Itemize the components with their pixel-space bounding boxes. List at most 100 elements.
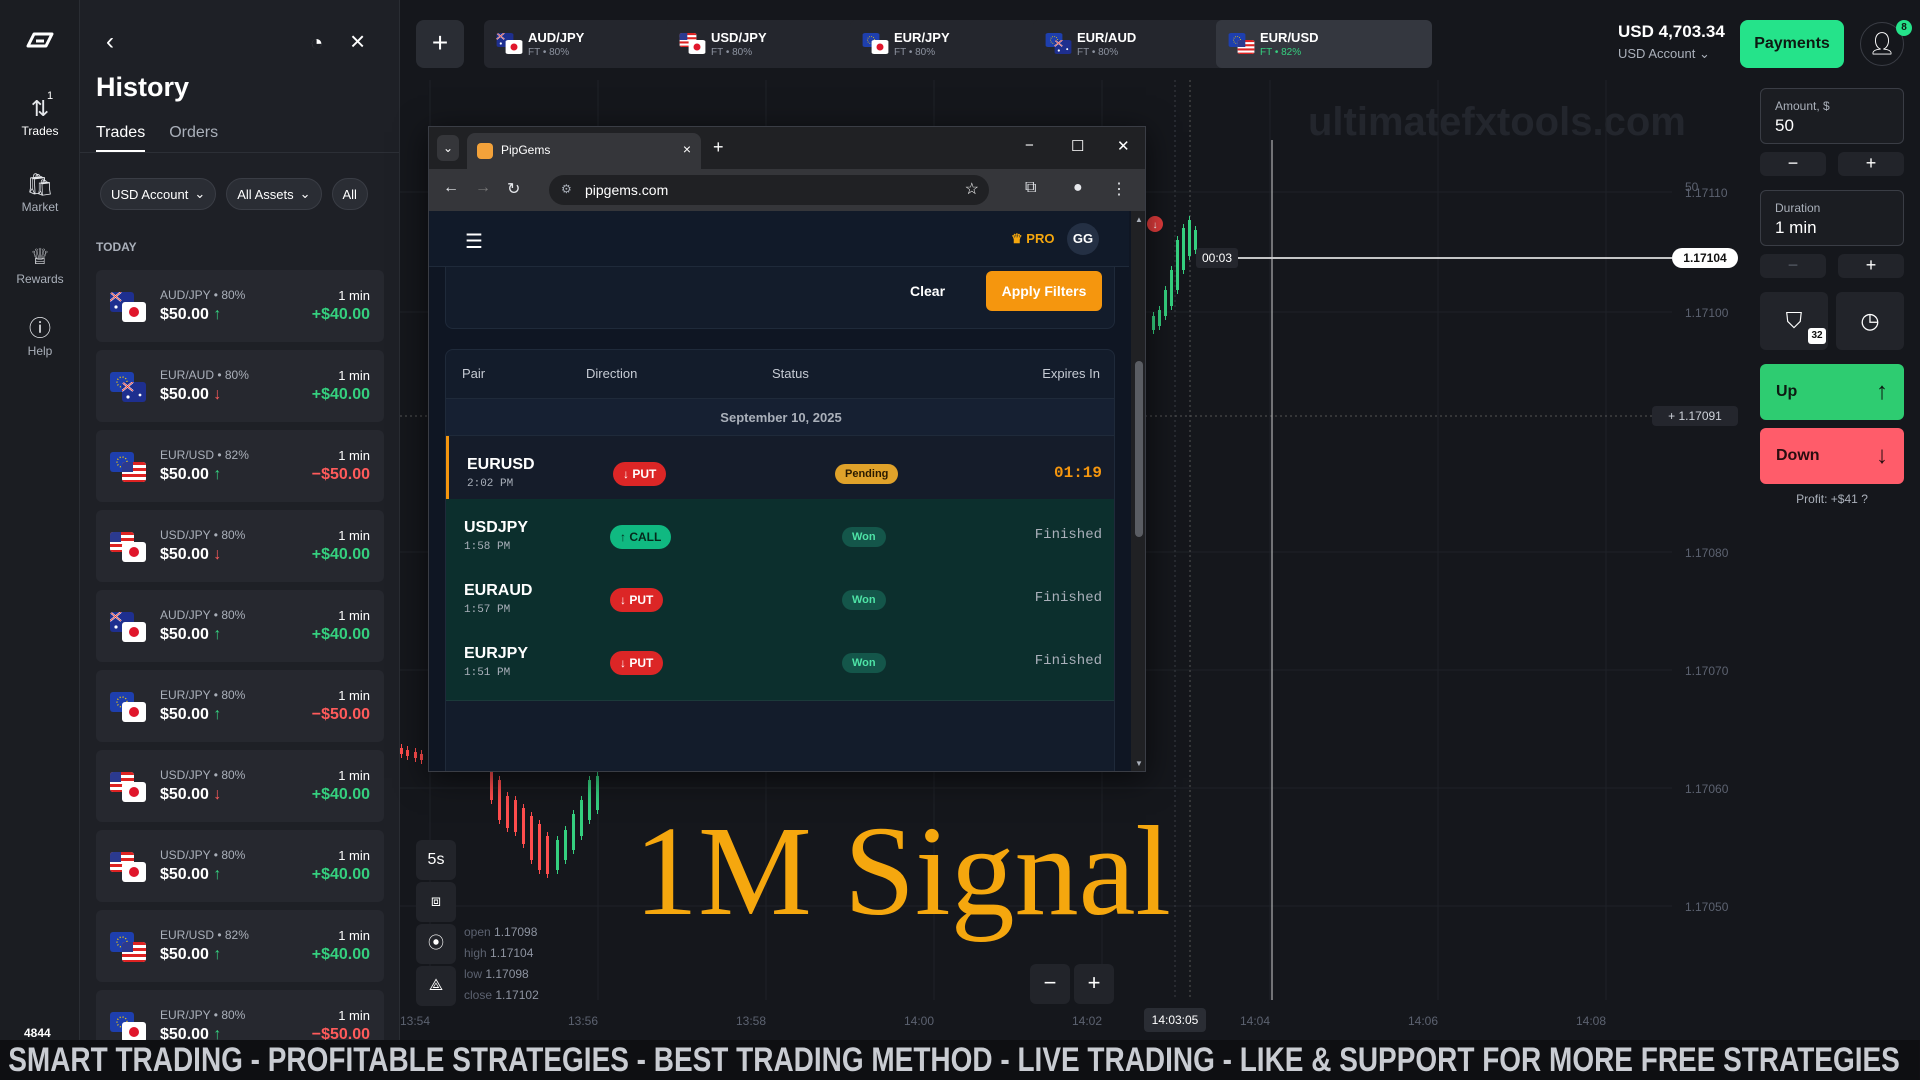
browser-menu-icon[interactable]: ⋮ — [1111, 179, 1127, 199]
asset-name: EUR/USD — [1260, 30, 1319, 45]
close-tab-icon[interactable]: × — [683, 141, 691, 157]
signal-icon[interactable]: ⦿ — [416, 924, 456, 964]
payments-button[interactable]: Payments — [1740, 20, 1844, 68]
duration-increase-button[interactable]: + — [1838, 254, 1904, 278]
browser-tab[interactable]: PipGems × — [467, 133, 701, 169]
add-asset-button[interactable]: + — [416, 20, 464, 68]
clear-button[interactable]: Clear — [910, 283, 945, 299]
pair-flags — [110, 692, 148, 722]
price-tick-label: 1.17080 — [1685, 546, 1729, 560]
tab-trades[interactable]: Trades — [96, 124, 146, 152]
left-nav: ⇅ Trades 1 🛍︎ Market ♕ Rewards ⓘ Help 48… — [0, 0, 80, 1040]
pro-badge[interactable]: ♛ PRO — [1011, 231, 1054, 247]
new-tab-button[interactable]: + — [713, 137, 724, 158]
site-info-icon[interactable]: ⚙ — [561, 182, 572, 196]
account-filter[interactable]: USD Account ⌄ — [100, 178, 217, 210]
pie-chart-icon[interactable]: ◔ — [310, 30, 323, 56]
amount-field[interactable]: Amount, $ 50 — [1760, 88, 1904, 144]
close-icon[interactable]: × — [350, 26, 365, 57]
trade-item[interactable]: EUR/AUD • 80% $50.00 ↓ 1 min +$40.00 — [96, 350, 384, 422]
back-icon[interactable]: ← — [443, 179, 459, 197]
trade-item[interactable]: EUR/USD • 82% $50.00 ↑ 1 min +$40.00 — [96, 910, 384, 982]
nav-item-market[interactable]: 🛍︎ Market — [0, 172, 80, 214]
clock-button[interactable]: ◷ — [1836, 292, 1904, 350]
apply-filters-button[interactable]: Apply Filters — [986, 271, 1102, 311]
trade-duration: 1 min — [338, 608, 370, 623]
all-filter[interactable]: All — [331, 178, 368, 210]
amount-label: Amount, $ — [1775, 99, 1830, 113]
tab-search-button[interactable]: ⌄ — [437, 135, 459, 161]
question-icon[interactable]: ? — [1861, 492, 1868, 506]
amount-increase-button[interactable]: + — [1838, 152, 1904, 176]
trade-amount: $50.00 ↓ — [160, 386, 221, 404]
account-balance[interactable]: USD 4,703.34 — [1618, 22, 1725, 42]
scroll-down-icon[interactable]: ▼ — [1135, 759, 1143, 768]
forward-icon[interactable]: → — [475, 179, 491, 197]
amount-stepper: − + — [1760, 152, 1904, 176]
flag-jp-icon — [122, 702, 146, 722]
trade-item[interactable]: EUR/USD • 82% $50.00 ↑ 1 min −$50.00 — [96, 430, 384, 502]
direction-label: CALL — [629, 530, 662, 544]
trade-item[interactable]: USD/JPY • 80% $50.00 ↓ 1 min +$40.00 — [96, 750, 384, 822]
back-arrow-icon[interactable]: ‹ — [106, 28, 114, 56]
signal-row[interactable]: EURJPY 1:51 PM ↓ PUT Won Finished — [446, 625, 1114, 701]
candle-type-icon[interactable]: ⧈ — [416, 882, 456, 922]
chevron-down-icon: ⌄ — [299, 186, 311, 201]
scroll-up-icon[interactable]: ▲ — [1135, 215, 1143, 224]
trade-item[interactable]: USD/JPY • 80% $50.00 ↑ 1 min +$40.00 — [96, 830, 384, 902]
profile-icon[interactable]: ● — [1073, 179, 1083, 197]
bookmark-star-icon[interactable]: ☆ — [965, 179, 979, 199]
reload-icon[interactable]: ↻ — [507, 179, 520, 199]
profit-info: Profit: +$41 ? — [1760, 492, 1904, 506]
price-tick-label: 1.17110 — [1685, 186, 1728, 200]
nav-item-help[interactable]: ⓘ Help — [0, 316, 80, 358]
time-tick-label: 13:56 — [568, 1014, 599, 1028]
expires-value: Finished — [1034, 653, 1102, 669]
scrollbar[interactable]: ▲ ▼ — [1131, 211, 1145, 771]
pair-flags — [110, 932, 148, 962]
tab-orders[interactable]: Orders — [169, 124, 218, 152]
zoom-out-button[interactable]: − — [1030, 964, 1070, 1004]
down-button[interactable]: Down ↓ — [1760, 428, 1904, 484]
hamburger-menu-icon[interactable]: ☰ — [465, 229, 483, 254]
trade-item[interactable]: AUD/JPY • 80% $50.00 ↑ 1 min +$40.00 — [96, 590, 384, 662]
asset-payout: FT • 80% — [1077, 47, 1119, 58]
up-button[interactable]: Up ↑ — [1760, 364, 1904, 420]
trade-item[interactable]: USD/JPY • 80% $50.00 ↓ 1 min +$40.00 — [96, 510, 384, 582]
zoom-in-button[interactable]: + — [1074, 964, 1114, 1004]
address-bar[interactable]: ⚙ pipgems.com ☆ — [549, 175, 989, 205]
scrollbar-thumb[interactable] — [1135, 361, 1143, 537]
crosshair-price-label[interactable]: + 1.17091 — [1652, 406, 1738, 426]
flag-jp-icon — [122, 1022, 146, 1040]
asset-tab[interactable]: EUR/USD FT • 82% — [1216, 20, 1432, 68]
drawing-tools-icon[interactable]: ⟁ — [416, 966, 456, 1006]
nav-item-trades[interactable]: ⇅ Trades — [0, 96, 80, 138]
shield-button[interactable]: ⛉ 32 — [1760, 292, 1828, 350]
pair-flags — [496, 33, 524, 55]
maximize-icon[interactable]: ☐ — [1071, 137, 1084, 155]
asset-name: EUR/AUD — [1077, 30, 1137, 45]
assets-filter[interactable]: All Assets ⌄ — [226, 178, 322, 210]
trade-item[interactable]: EUR/JPY • 80% $50.00 ↑ 1 min −$50.00 — [96, 670, 384, 742]
minimize-icon[interactable]: − — [1025, 137, 1034, 154]
trade-item[interactable]: EUR/JPY • 80% $50.00 ↑ 1 min −$50.00 — [96, 990, 384, 1040]
extensions-icon[interactable]: ⧉ — [1025, 179, 1036, 197]
time-tick-label: 14:08 — [1576, 1014, 1607, 1028]
amount-decrease-button[interactable]: − — [1760, 152, 1826, 176]
flag-us-icon — [122, 942, 146, 962]
favicon-icon — [477, 143, 493, 159]
window-close-icon[interactable]: ✕ — [1117, 137, 1130, 155]
arrow-up-icon: ↑ — [1876, 378, 1888, 405]
nav-item-rewards[interactable]: ♕ Rewards — [0, 244, 80, 286]
filter-bar: USD Account ⌄ All Assets ⌄ All — [100, 178, 368, 210]
flag-us-icon — [122, 462, 146, 482]
duration-field[interactable]: Duration 1 min — [1760, 190, 1904, 246]
trade-item[interactable]: AUD/JPY • 80% $50.00 ↑ 1 min +$40.00 — [96, 270, 384, 342]
pair-flags — [110, 612, 148, 642]
chart-toolbar: 5s ⧈ ⦿ ⟁ — [416, 840, 456, 1008]
trade-amount-value: $50.00 — [160, 546, 209, 563]
account-selector[interactable]: USD Account ⌄ — [1618, 46, 1710, 62]
timeframe-button[interactable]: 5s — [416, 840, 456, 880]
duration-decrease-button[interactable]: − — [1760, 254, 1826, 278]
avatar[interactable]: GG — [1067, 223, 1099, 255]
